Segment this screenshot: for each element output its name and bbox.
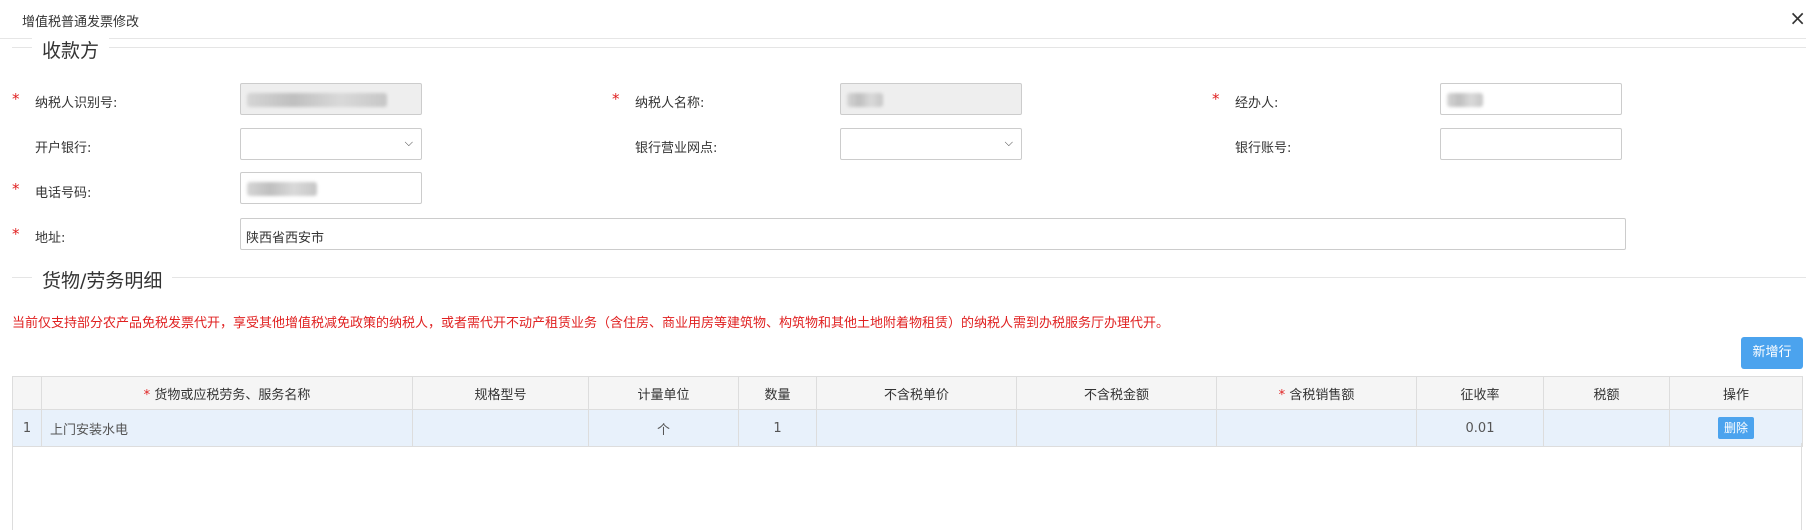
- col-header-action: 操作: [1669, 376, 1803, 410]
- taxpayer-name-field[interactable]: [840, 83, 1022, 115]
- chevron-down-icon: ⌵: [1004, 136, 1013, 149]
- col-header-spec: 规格型号: [412, 376, 589, 410]
- bank-branch-select[interactable]: ⌵: [840, 128, 1022, 160]
- notice-text: 当前仅支持部分农产品免税发票代开，享受其他增值税减免政策的纳税人，或者需代开不动…: [12, 316, 1170, 331]
- cell-unit-price[interactable]: [816, 409, 1017, 447]
- cell-name[interactable]: 上门安装水电: [41, 409, 413, 447]
- col-header-amount: 不含税金额: [1016, 376, 1217, 410]
- required-mark: *: [1278, 387, 1286, 403]
- cell-amount[interactable]: [1016, 409, 1217, 447]
- required-mark: *: [1212, 90, 1220, 108]
- bank-label: 开户银行:: [35, 141, 92, 156]
- col-header-tax: 税额: [1543, 376, 1670, 410]
- cell-tax[interactable]: [1543, 409, 1670, 447]
- redacted-value: [1447, 93, 1483, 107]
- phone-label: 电话号码:: [35, 186, 92, 201]
- col-header-rate: 征收率: [1416, 376, 1544, 410]
- required-mark: *: [612, 90, 620, 108]
- redacted-value: [247, 93, 387, 107]
- cell-rate[interactable]: 0.01: [1416, 409, 1544, 447]
- goods-table: * 货物或应税劳务、服务名称 规格型号 计量单位 数量 不含税单价 不含税金额 …: [12, 376, 1803, 447]
- col-header-tax-incl-label: 含税销售额: [1289, 387, 1355, 403]
- bank-account-field[interactable]: [1440, 128, 1622, 160]
- col-header-unit-price: 不含税单价: [816, 376, 1017, 410]
- row-index: 1: [12, 409, 42, 447]
- required-mark: *: [12, 180, 20, 198]
- table-row[interactable]: 1 上门安装水电 个 1 0.01 删除: [12, 409, 1803, 447]
- section-divider: [12, 277, 1806, 278]
- chevron-down-icon: ⌵: [404, 136, 413, 149]
- table-header-row: * 货物或应税劳务、服务名称 规格型号 计量单位 数量 不含税单价 不含税金额 …: [12, 376, 1803, 410]
- taxpayer-id-field[interactable]: [240, 83, 422, 115]
- required-mark: *: [12, 90, 20, 108]
- taxpayer-id-label: 纳税人识别号:: [35, 96, 118, 111]
- cell-qty[interactable]: 1: [738, 409, 817, 447]
- cell-spec[interactable]: [412, 409, 589, 447]
- phone-field[interactable]: [240, 172, 422, 204]
- handler-label: 经办人:: [1235, 96, 1279, 111]
- delete-row-button[interactable]: 删除: [1717, 417, 1754, 439]
- address-value: 陕西省西安市: [246, 231, 325, 246]
- col-header-unit: 计量单位: [588, 376, 739, 410]
- required-mark: *: [12, 225, 20, 243]
- bank-account-label: 银行账号:: [1235, 141, 1292, 156]
- required-mark: *: [143, 387, 151, 403]
- redacted-value: [847, 93, 883, 107]
- dialog-title: 增值税普通发票修改: [22, 15, 140, 30]
- table-empty-area: [12, 443, 1802, 530]
- redacted-value: [247, 182, 317, 196]
- taxpayer-name-label: 纳税人名称:: [635, 96, 705, 111]
- col-header-tax-incl: * 含税销售额: [1216, 376, 1417, 410]
- close-icon[interactable]: ×: [1789, 8, 1806, 28]
- bank-select[interactable]: ⌵: [240, 128, 422, 160]
- dialog-titlebar: 增值税普通发票修改 ×: [0, 0, 1806, 39]
- handler-field[interactable]: [1440, 83, 1622, 115]
- address-field[interactable]: 陕西省西安市: [240, 218, 1626, 250]
- address-label: 地址:: [35, 231, 66, 246]
- col-header-index: [12, 376, 42, 410]
- section-legend-goods: 货物/劳务明细: [32, 266, 173, 293]
- section-divider: [12, 47, 1806, 48]
- add-row-button[interactable]: 新增行: [1741, 337, 1803, 369]
- cell-action: 删除: [1669, 409, 1803, 447]
- cell-unit[interactable]: 个: [588, 409, 739, 447]
- col-header-name: * 货物或应税劳务、服务名称: [41, 376, 413, 410]
- col-header-name-label: 货物或应税劳务、服务名称: [154, 387, 311, 403]
- section-legend-payee: 收款方: [32, 36, 110, 63]
- col-header-qty: 数量: [738, 376, 817, 410]
- bank-branch-label: 银行营业网点:: [635, 141, 718, 156]
- cell-tax-incl[interactable]: [1216, 409, 1417, 447]
